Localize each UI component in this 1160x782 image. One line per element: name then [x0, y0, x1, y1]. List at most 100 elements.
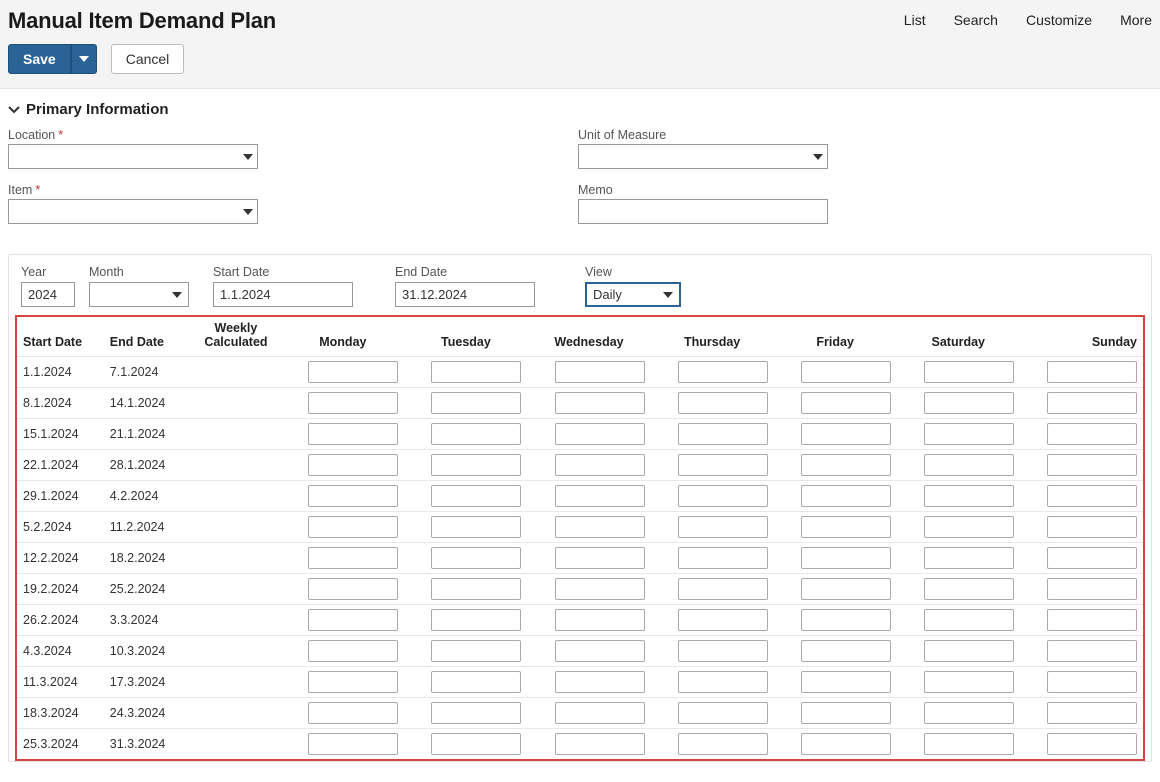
view-select[interactable]: Daily: [585, 282, 681, 307]
sun-input[interactable]: [1047, 733, 1137, 755]
thu-input[interactable]: [678, 454, 768, 476]
thu-input[interactable]: [678, 392, 768, 414]
thu-input[interactable]: [678, 423, 768, 445]
fri-input[interactable]: [801, 733, 891, 755]
sat-input[interactable]: [924, 547, 1014, 569]
fri-input[interactable]: [801, 640, 891, 662]
save-button[interactable]: Save: [8, 44, 71, 74]
sun-input[interactable]: [1047, 485, 1137, 507]
sun-input[interactable]: [1047, 361, 1137, 383]
wed-input[interactable]: [555, 454, 645, 476]
tue-input[interactable]: [431, 702, 521, 724]
mon-input[interactable]: [308, 733, 398, 755]
mon-input[interactable]: [308, 392, 398, 414]
sat-input[interactable]: [924, 392, 1014, 414]
nav-list[interactable]: List: [904, 12, 926, 28]
sat-input[interactable]: [924, 485, 1014, 507]
fri-input[interactable]: [801, 702, 891, 724]
wed-input[interactable]: [555, 547, 645, 569]
month-select[interactable]: [89, 282, 189, 307]
wed-input[interactable]: [555, 609, 645, 631]
nav-customize[interactable]: Customize: [1026, 12, 1092, 28]
mon-input[interactable]: [308, 640, 398, 662]
sun-input[interactable]: [1047, 547, 1137, 569]
sun-input[interactable]: [1047, 671, 1137, 693]
section-toggle-primary[interactable]: Primary Information: [8, 101, 1152, 118]
year-input[interactable]: 2024: [21, 282, 75, 307]
sun-input[interactable]: [1047, 392, 1137, 414]
wed-input[interactable]: [555, 640, 645, 662]
mon-input[interactable]: [308, 485, 398, 507]
tue-input[interactable]: [431, 578, 521, 600]
fri-input[interactable]: [801, 578, 891, 600]
thu-input[interactable]: [678, 361, 768, 383]
tue-input[interactable]: [431, 640, 521, 662]
sat-input[interactable]: [924, 640, 1014, 662]
tue-input[interactable]: [431, 609, 521, 631]
wed-input[interactable]: [555, 392, 645, 414]
sun-input[interactable]: [1047, 516, 1137, 538]
sat-input[interactable]: [924, 516, 1014, 538]
wed-input[interactable]: [555, 578, 645, 600]
mon-input[interactable]: [308, 361, 398, 383]
sat-input[interactable]: [924, 733, 1014, 755]
wed-input[interactable]: [555, 516, 645, 538]
mon-input[interactable]: [308, 702, 398, 724]
wed-input[interactable]: [555, 702, 645, 724]
tue-input[interactable]: [431, 547, 521, 569]
sat-input[interactable]: [924, 671, 1014, 693]
item-select[interactable]: [8, 199, 258, 224]
nav-search[interactable]: Search: [954, 12, 998, 28]
sun-input[interactable]: [1047, 454, 1137, 476]
sun-input[interactable]: [1047, 609, 1137, 631]
wed-input[interactable]: [555, 485, 645, 507]
sat-input[interactable]: [924, 454, 1014, 476]
sat-input[interactable]: [924, 578, 1014, 600]
wed-input[interactable]: [555, 423, 645, 445]
thu-input[interactable]: [678, 702, 768, 724]
memo-input[interactable]: [578, 199, 828, 224]
tue-input[interactable]: [431, 485, 521, 507]
sat-input[interactable]: [924, 361, 1014, 383]
sat-input[interactable]: [924, 423, 1014, 445]
mon-input[interactable]: [308, 671, 398, 693]
save-dropdown-button[interactable]: [71, 44, 97, 74]
end-date-input[interactable]: 31.12.2024: [395, 282, 535, 307]
sat-input[interactable]: [924, 609, 1014, 631]
tue-input[interactable]: [431, 361, 521, 383]
nav-more[interactable]: More: [1120, 12, 1152, 28]
mon-input[interactable]: [308, 547, 398, 569]
fri-input[interactable]: [801, 516, 891, 538]
mon-input[interactable]: [308, 578, 398, 600]
wed-input[interactable]: [555, 733, 645, 755]
tue-input[interactable]: [431, 733, 521, 755]
sun-input[interactable]: [1047, 702, 1137, 724]
location-select[interactable]: [8, 144, 258, 169]
mon-input[interactable]: [308, 454, 398, 476]
tue-input[interactable]: [431, 454, 521, 476]
uom-select[interactable]: [578, 144, 828, 169]
sun-input[interactable]: [1047, 578, 1137, 600]
wed-input[interactable]: [555, 361, 645, 383]
tue-input[interactable]: [431, 392, 521, 414]
fri-input[interactable]: [801, 671, 891, 693]
sat-input[interactable]: [924, 702, 1014, 724]
fri-input[interactable]: [801, 547, 891, 569]
fri-input[interactable]: [801, 454, 891, 476]
fri-input[interactable]: [801, 423, 891, 445]
fri-input[interactable]: [801, 485, 891, 507]
thu-input[interactable]: [678, 609, 768, 631]
start-date-input[interactable]: 1.1.2024: [213, 282, 353, 307]
thu-input[interactable]: [678, 547, 768, 569]
fri-input[interactable]: [801, 609, 891, 631]
mon-input[interactable]: [308, 423, 398, 445]
sun-input[interactable]: [1047, 423, 1137, 445]
sun-input[interactable]: [1047, 640, 1137, 662]
thu-input[interactable]: [678, 640, 768, 662]
thu-input[interactable]: [678, 516, 768, 538]
mon-input[interactable]: [308, 516, 398, 538]
tue-input[interactable]: [431, 516, 521, 538]
thu-input[interactable]: [678, 671, 768, 693]
fri-input[interactable]: [801, 392, 891, 414]
thu-input[interactable]: [678, 485, 768, 507]
